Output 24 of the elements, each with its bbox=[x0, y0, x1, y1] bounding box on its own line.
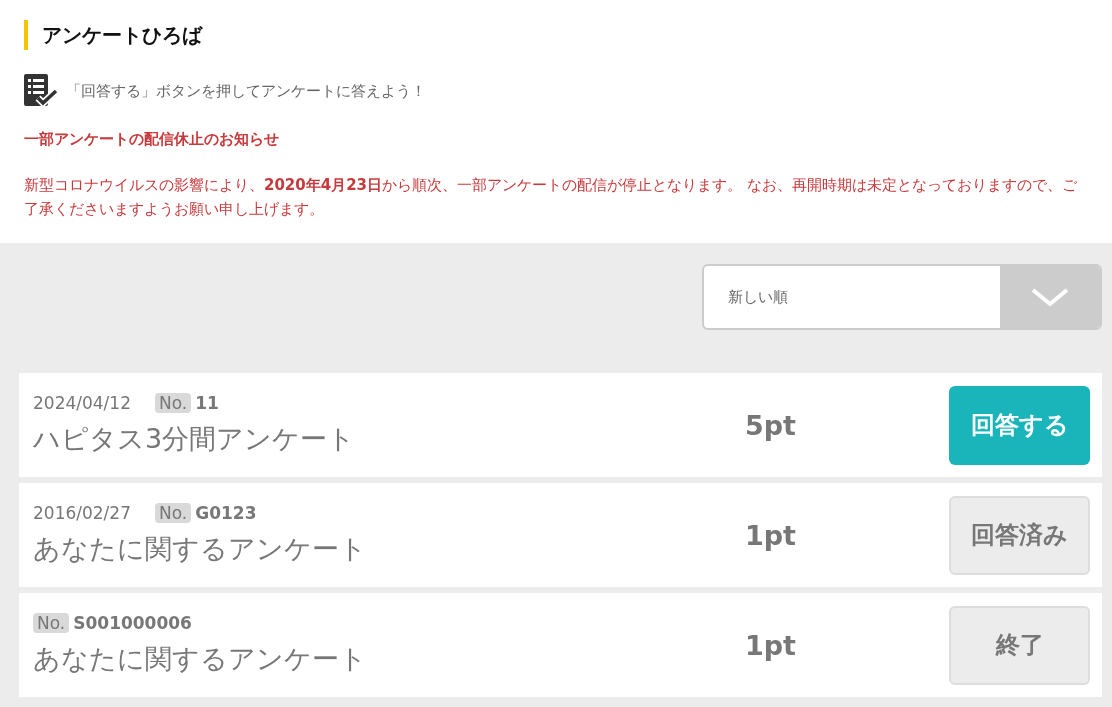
survey-action-button[interactable]: 終了 bbox=[949, 605, 1090, 685]
number-label: No. bbox=[155, 503, 192, 523]
survey-number: G0123 bbox=[195, 503, 257, 523]
survey-points: 5pt bbox=[745, 409, 798, 441]
number-label: No. bbox=[155, 393, 192, 413]
survey-points: 1pt bbox=[745, 629, 798, 661]
survey-number: 11 bbox=[195, 393, 219, 413]
survey-action-button[interactable]: 回答済み bbox=[949, 495, 1090, 575]
chevron-down-icon bbox=[1030, 287, 1070, 307]
notice-text: 新型コロナウイルスの影響により、2020年4月23日から順次、一部アンケートの配信が停止となります。 なお、再開時期は未定となっておりますので、ご了承くださいますようお願い申し上げます。 bbox=[24, 175, 1078, 220]
survey-action-button[interactable]: 回答する bbox=[949, 385, 1090, 465]
survey-date: 2016/02/27 bbox=[33, 503, 131, 523]
survey-date: 2024/04/12 bbox=[33, 393, 131, 413]
survey-title: ハピタス3分間アンケート bbox=[33, 422, 357, 456]
survey-title: あなたに関するアンケート bbox=[33, 642, 368, 676]
number-label: No. bbox=[33, 613, 70, 633]
checklist-icon bbox=[24, 74, 58, 108]
survey-points: 1pt bbox=[745, 519, 798, 551]
instruction-text: 「回答する」ボタンを押してアンケートに答えよう！ bbox=[66, 81, 426, 101]
notice-title: 一部アンケートの配信休止のお知らせ bbox=[24, 130, 280, 149]
page-title: アンケートひろば bbox=[24, 20, 1088, 50]
survey-number: S001000006 bbox=[73, 613, 192, 633]
survey-title: あなたに関するアンケート bbox=[33, 532, 368, 566]
sort-dropdown[interactable]: 新しい順 bbox=[702, 264, 1102, 330]
